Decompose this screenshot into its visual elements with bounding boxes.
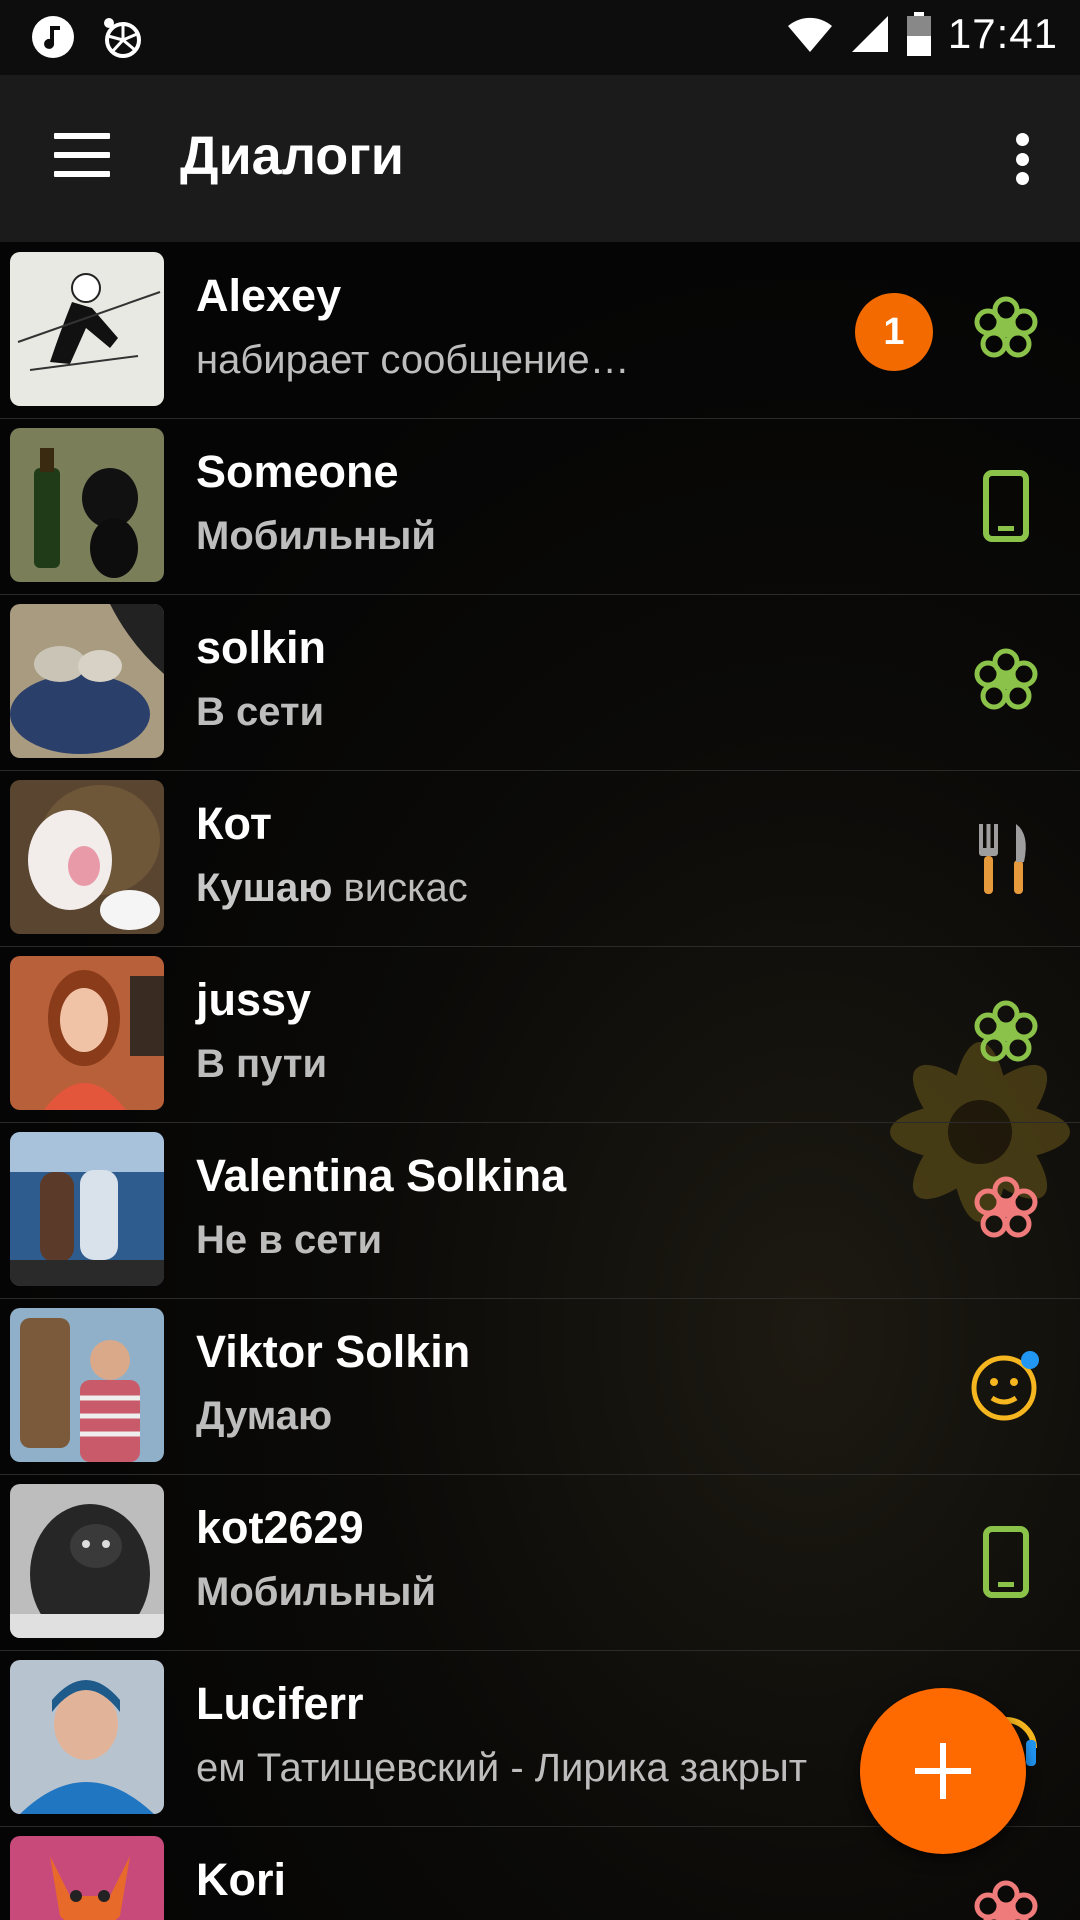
contact-name: Alexey: [196, 270, 342, 321]
avatar: [10, 1132, 164, 1286]
flower-offline-icon: [974, 1880, 1038, 1920]
mobile-phone-icon: [983, 470, 1029, 542]
signal-icon: [851, 16, 888, 52]
dialog-list[interactable]: Alexey набирает сообщение… 1 Someone Моб…: [0, 242, 1080, 1920]
flower-online-icon: [974, 296, 1038, 358]
contact-status: Думаю: [196, 1394, 333, 1438]
avatar: [10, 428, 164, 582]
page-title: Диалоги: [180, 126, 404, 186]
contact-status: Мобильный: [196, 514, 436, 558]
contact-status: В пути: [196, 1042, 328, 1086]
clock: 17:41: [947, 10, 1058, 57]
contact-name: Valentina Solkina: [196, 1150, 567, 1201]
avatar: [10, 956, 164, 1110]
dialog-row-kot2629[interactable]: kot2629 Мобильный: [0, 1474, 1080, 1651]
contact-name: Viktor Solkin: [196, 1326, 471, 1377]
battery-icon: [906, 12, 931, 56]
contact-name: jussy: [196, 974, 312, 1025]
dialog-row-viktor-solkin[interactable]: Viktor Solkin Думаю: [0, 1298, 1080, 1475]
avatar: [10, 1660, 164, 1814]
contact-status: Мобильный: [196, 1570, 436, 1614]
dialog-row-jussy[interactable]: jussy В пути: [0, 946, 1080, 1123]
avatar: [10, 604, 164, 758]
flower-online-icon: [974, 648, 1038, 710]
contact-status: Кушаю вискас: [196, 866, 468, 911]
unread-badge: 1: [855, 293, 933, 371]
avatar: [10, 1836, 164, 1920]
contact-name: Kori: [196, 1854, 286, 1905]
dialog-row-alexey[interactable]: Alexey набирает сообщение… 1: [0, 242, 1080, 419]
contact-name: Luciferr: [196, 1678, 364, 1729]
hamburger-menu-icon[interactable]: [54, 133, 110, 177]
flower-offline-icon: [974, 1176, 1038, 1238]
avatar: [10, 1308, 164, 1462]
contact-status: набирает сообщение…: [196, 338, 630, 382]
more-vertical-icon[interactable]: [1016, 133, 1030, 185]
contact-status: ем Татищевский - Лирика закрыт: [196, 1746, 808, 1790]
status-bold-part: Кушаю: [196, 866, 333, 910]
avatar: [10, 780, 164, 934]
flower-online-icon: [974, 1000, 1038, 1062]
avatar: [10, 252, 164, 406]
status-rest: вискас: [332, 866, 468, 910]
contact-status: В сети: [196, 690, 325, 734]
contact-name: kot2629: [196, 1502, 364, 1553]
contact-name: Someone: [196, 446, 399, 497]
dialog-row-kot[interactable]: Кот Кушаю вискас: [0, 770, 1080, 947]
contact-status: Не в сети: [196, 1218, 383, 1262]
contact-name: Кот: [196, 798, 272, 849]
plus-icon[interactable]: [860, 1688, 1026, 1854]
status-bar: 17:41: [0, 0, 1080, 75]
app-toolbar: Диалоги: [0, 75, 1080, 242]
mobile-phone-icon: [983, 1526, 1029, 1598]
dialog-row-someone[interactable]: Someone Мобильный: [0, 418, 1080, 595]
music-note-icon: [32, 16, 74, 58]
wifi-icon: [787, 17, 832, 52]
dialog-row-solkin[interactable]: solkin В сети: [0, 594, 1080, 771]
lemon-icon: [104, 18, 141, 58]
dialog-row-valentina-solkina[interactable]: Valentina Solkina Не в сети: [0, 1122, 1080, 1299]
fork-knife-icon: [979, 824, 1026, 894]
avatar: [10, 1484, 164, 1638]
contact-name: solkin: [196, 622, 327, 673]
thinking-face-icon: [971, 1351, 1039, 1421]
